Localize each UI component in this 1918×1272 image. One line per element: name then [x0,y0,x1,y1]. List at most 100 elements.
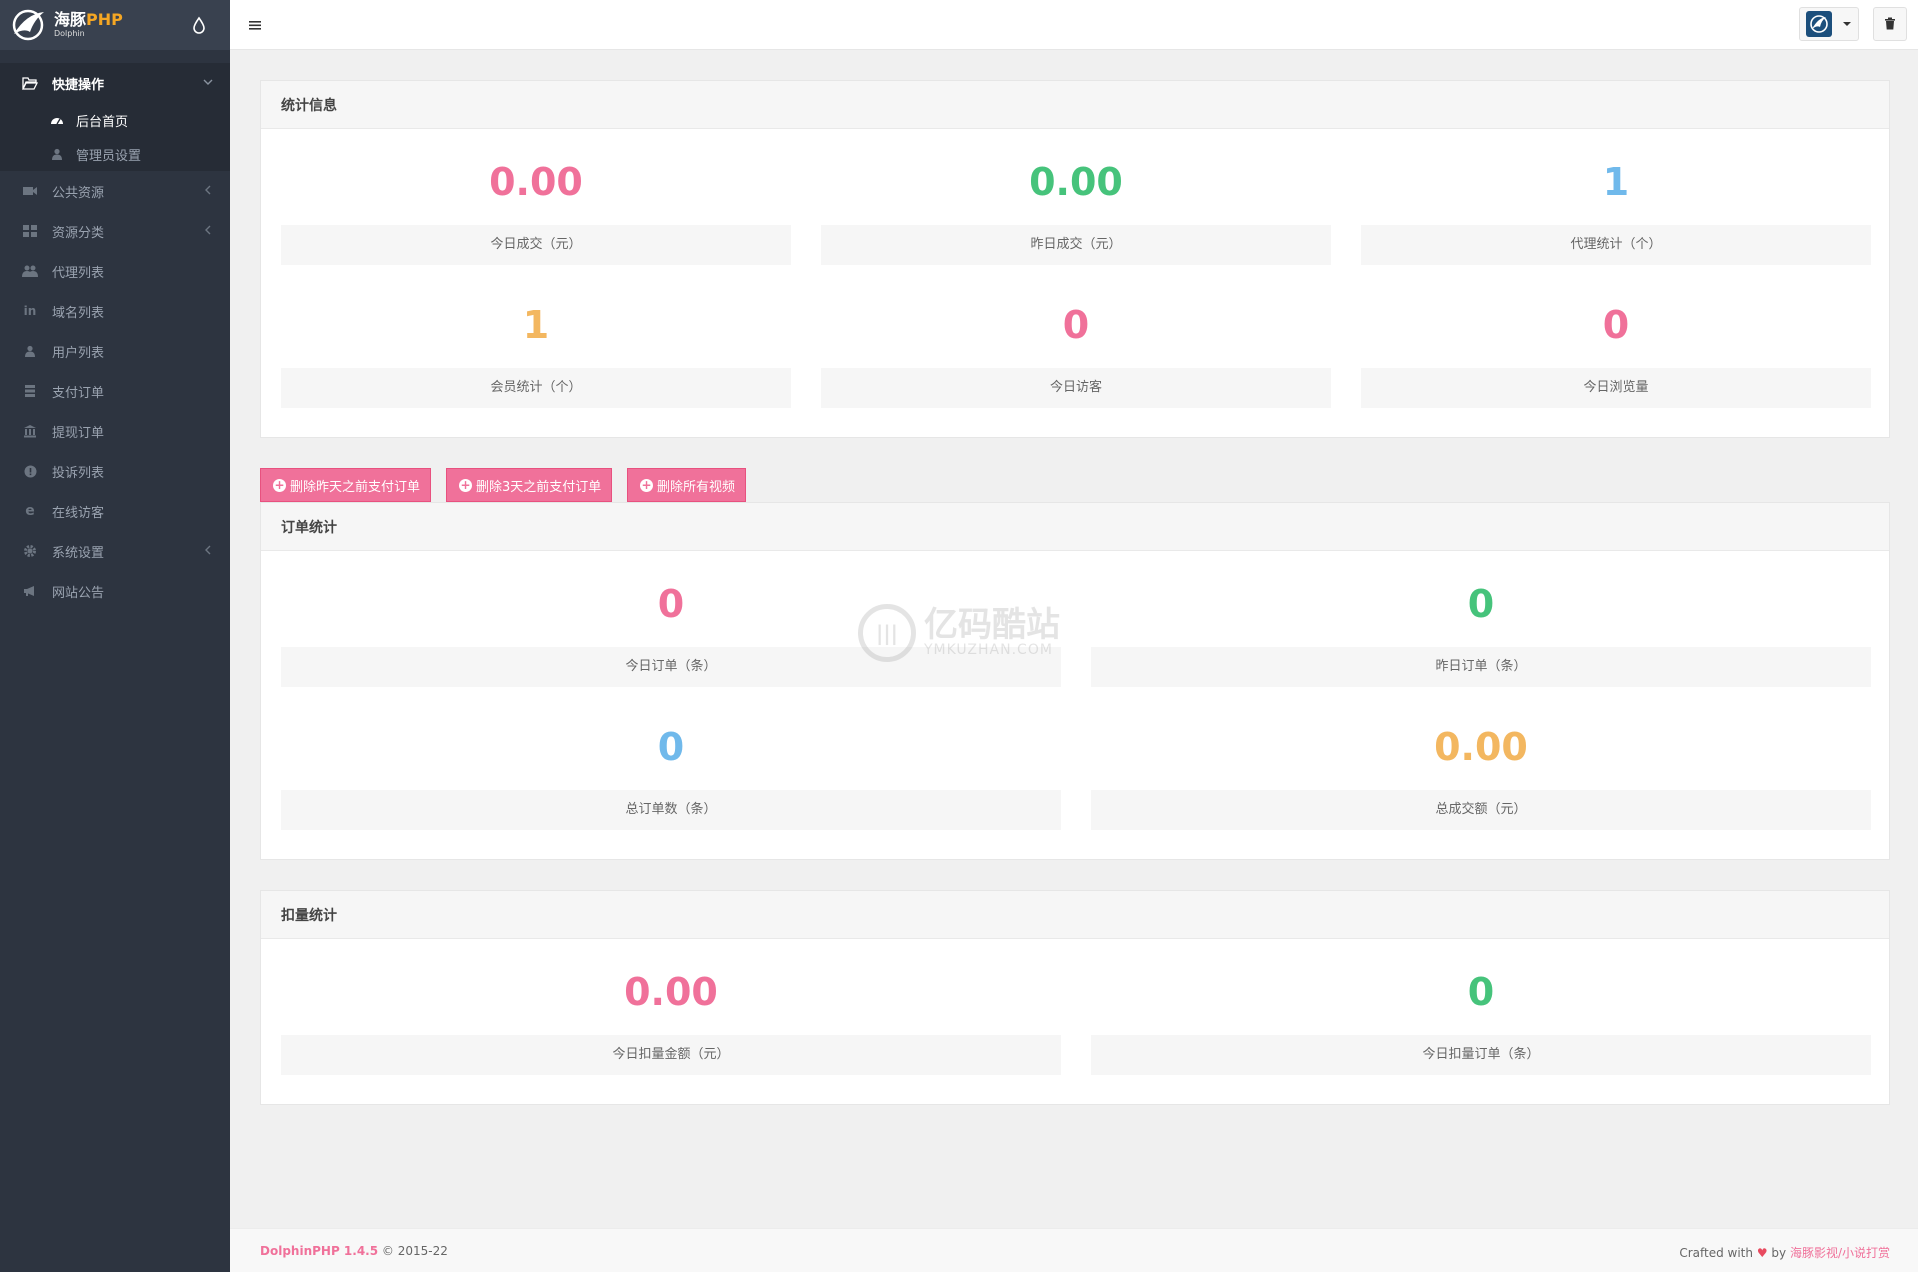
menu-toggle-icon[interactable] [247,17,263,33]
button-label: 删除3天之前支付订单 [476,479,602,495]
sidebar-item-complaints[interactable]: 投诉列表 [0,451,230,491]
delete-3days-orders-button[interactable]: + 删除3天之前支付订单 [446,468,613,502]
sidebar-item-label: 资源分类 [52,225,105,241]
plus-circle-icon: + [459,477,472,492]
stat-label: 会员统计（个） [281,368,791,408]
brand-name: 海豚 [54,10,87,29]
sidebar-item-label: 用户列表 [52,345,105,361]
stat-label: 昨日成交（元） [821,225,1331,265]
theme-drop-icon[interactable] [190,16,208,34]
sidebar: 海豚PHP Dolphin 快捷操作 后台首页 管理员设置 公共资源 资源分类 … [0,0,230,1272]
caret-down-icon [1843,22,1851,26]
stat-label: 今日扣量金额（元） [281,1035,1061,1075]
sidebar-item-admin-settings[interactable]: 管理员设置 [0,137,230,171]
sidebar-item-announcements[interactable]: 网站公告 [0,571,230,611]
footer-by: by [1771,1246,1787,1260]
gear-icon [22,543,38,559]
deduct-panel: 扣量统计 0.00 今日扣量金额（元） 0 今日扣量订单（条） [260,890,1890,1105]
trash-icon [1884,15,1896,34]
user-icon [50,147,64,161]
sidebar-item-label: 公共资源 [52,185,105,201]
database-icon [22,383,38,399]
orders-panel: 订单统计 0 今日订单（条） 0 昨日订单（条） 0 总订单数（条） 0.00 … [260,502,1890,860]
stat-label: 今日成交（元） [281,225,791,265]
bullhorn-icon [22,583,38,599]
sidebar-item-resource-categories[interactable]: 资源分类 [0,211,230,251]
plus-circle-icon: + [640,477,653,492]
sidebar-item-users[interactable]: 用户列表 [0,331,230,371]
delete-videos-button[interactable]: + 删除所有视频 [627,468,747,502]
stat-agents: 1 代理统计（个） [1361,129,1871,265]
chevron-left-icon [202,224,214,236]
stat-value: 0 [1467,970,1495,1014]
stat-value: 0.00 [1029,160,1123,204]
footer-crafted: Crafted with [1679,1246,1753,1260]
sidebar-item-label: 代理列表 [52,265,105,281]
sidebar-item-public-resources[interactable]: 公共资源 [0,171,230,211]
linkedin-icon: in [23,304,37,318]
stat-value: 0.00 [624,970,718,1014]
th-large-icon [22,223,38,239]
stat-label: 今日浏览量 [1361,368,1871,408]
dolphin-logo-icon [8,7,48,43]
order-total: 0 总订单数（条） [281,694,1061,830]
stat-label: 代理统计（个） [1361,225,1871,265]
sidebar-item-system-settings[interactable]: 系统设置 [0,531,230,571]
sidebar-item-label: 管理员设置 [76,148,142,164]
clear-cache-button[interactable] [1873,7,1907,41]
stat-label: 总订单数（条） [281,790,1061,830]
bank-icon [22,423,38,439]
stat-value: 1 [1602,160,1630,204]
sidebar-item-label: 在线访客 [52,505,105,521]
sidebar-item-label: 支付订单 [52,385,105,401]
sidebar-item-quick-actions[interactable]: 快捷操作 [0,63,230,103]
stat-members: 1 会员统计（个） [281,272,791,408]
users-icon [22,263,38,279]
stat-value: 0.00 [489,160,583,204]
order-total-amount: 0.00 总成交额（元） [1091,694,1871,830]
sidebar-item-online-visitors[interactable]: e 在线访客 [0,491,230,531]
sidebar-nav: 快捷操作 后台首页 管理员设置 公共资源 资源分类 代理列表 in 域名列表 用… [0,63,230,611]
sidebar-item-label: 投诉列表 [52,465,105,481]
sidebar-item-dashboard[interactable]: 后台首页 [0,103,230,137]
watermark-subtext: YMKUZHAN.COM [924,642,1053,658]
button-label: 删除昨天之前支付订单 [290,479,421,495]
brand-subtitle: Dolphin [54,29,85,38]
sidebar-item-withdraw-orders[interactable]: 提现订单 [0,411,230,451]
chevron-down-icon [202,76,214,88]
delete-yesterday-orders-button[interactable]: + 删除昨天之前支付订单 [260,468,432,502]
plus-circle-icon: + [273,477,286,492]
dashboard-icon [50,113,64,127]
stat-today-visitors: 0 今日访客 [821,272,1331,408]
sidebar-item-agents[interactable]: 代理列表 [0,251,230,291]
footer: DolphinPHP 1.4.5 © 2015-22 Crafted with … [230,1228,1918,1272]
watermark-text: 亿码酷站 [924,605,1060,645]
footer-author-link[interactable]: 海豚影视/小说打赏 [1790,1246,1890,1260]
deduct-amount: 0.00 今日扣量金额（元） [281,939,1061,1075]
stat-value: 0 [1467,582,1495,626]
heart-icon: ♥ [1756,1246,1768,1260]
stats-panel: 统计信息 0.00 今日成交（元） 0.00 昨日成交（元） 1 代理统计（个）… [260,80,1890,438]
panel-title: 统计信息 [261,81,1889,129]
button-label: 删除所有视频 [657,479,736,495]
stat-value: 0.00 [1434,725,1528,769]
brand[interactable]: 海豚PHP Dolphin [0,0,230,50]
sidebar-item-label: 快捷操作 [52,77,105,93]
sidebar-item-label: 提现订单 [52,425,105,441]
order-yesterday: 0 昨日订单（条） [1091,551,1871,687]
sidebar-item-domains[interactable]: in 域名列表 [0,291,230,331]
stat-value: 0 [1602,303,1630,347]
stat-value: 1 [522,303,550,347]
footer-copyright: © 2015-22 [381,1244,448,1258]
sidebar-item-label: 域名列表 [52,305,105,321]
footer-version-link[interactable]: DolphinPHP 1.4.5 [260,1244,378,1258]
sidebar-submenu: 后台首页 管理员设置 [0,103,230,171]
sidebar-item-label: 网站公告 [52,585,105,601]
user-icon [22,343,38,359]
user-menu-button[interactable] [1799,7,1859,41]
stat-label: 总成交额（元） [1091,790,1871,830]
stat-label: 今日扣量订单（条） [1091,1035,1871,1075]
brand-php: PHP [86,10,123,29]
ie-icon: e [25,503,35,519]
sidebar-item-payment-orders[interactable]: 支付订单 [0,371,230,411]
